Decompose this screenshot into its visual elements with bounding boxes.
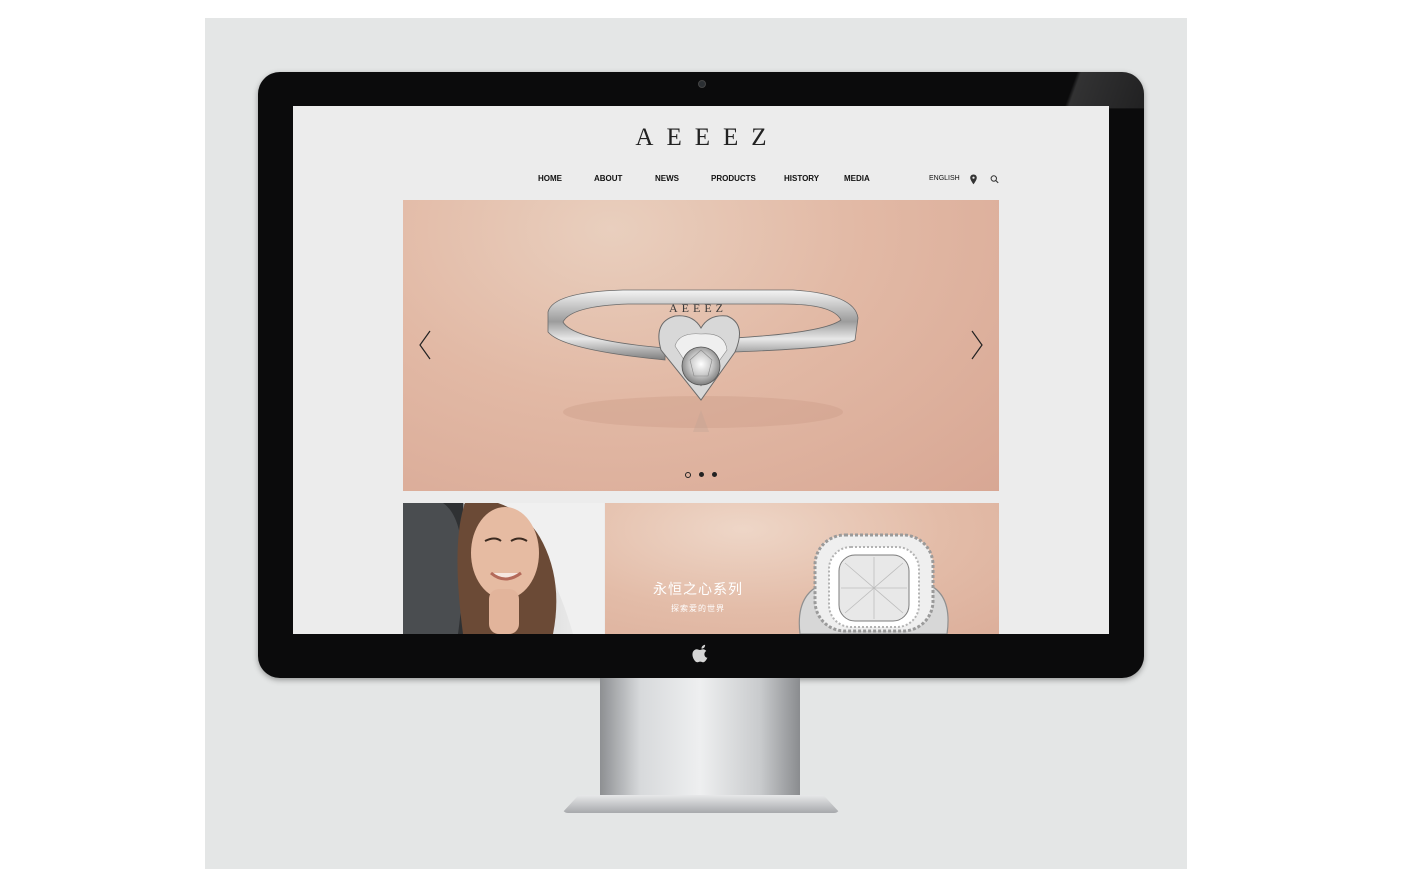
bride-photo: [403, 503, 604, 634]
bride-photo-card[interactable]: [403, 503, 604, 634]
map-pin-icon[interactable]: [969, 174, 978, 185]
main-nav: HOME ABOUT NEWS PRODUCTS HISTORY MEDIA E…: [293, 174, 1109, 188]
carousel-indicators: [683, 472, 723, 480]
nav-item-media[interactable]: MEDIA: [844, 174, 870, 183]
carousel-dot-1[interactable]: [685, 472, 691, 478]
ring-engraving: AEEEZ: [669, 301, 727, 315]
cushion-ring-image: [798, 533, 949, 634]
chevron-left-icon[interactable]: [418, 330, 432, 360]
camera-icon: [698, 80, 706, 88]
nav-item-products[interactable]: PRODUCTS: [711, 174, 756, 183]
language-selector[interactable]: ENGLISH: [929, 175, 960, 182]
nav-item-about[interactable]: ABOUT: [594, 174, 622, 183]
ring-product-image: AEEEZ: [547, 289, 859, 432]
nav-item-home[interactable]: HOME: [538, 174, 562, 183]
carousel-dot-3[interactable]: [712, 472, 717, 477]
apple-logo-icon: [692, 644, 708, 663]
monitor-stand-base: [562, 795, 840, 813]
nav-item-news[interactable]: NEWS: [655, 174, 679, 183]
chevron-right-icon[interactable]: [970, 330, 984, 360]
search-icon[interactable]: [990, 174, 999, 185]
monitor-stand: [600, 678, 800, 810]
brand-logo[interactable]: AEEEZ: [293, 124, 1109, 152]
website-screen: AEEEZ HOME ABOUT NEWS PRODUCTS HISTORY M…: [293, 106, 1109, 634]
nav-item-history[interactable]: HISTORY: [784, 174, 819, 183]
carousel-dot-2[interactable]: [699, 472, 704, 477]
hero-carousel[interactable]: AEEEZ: [403, 200, 999, 491]
promo-banner[interactable]: 永恒之心系列 探索爱的世界: [605, 503, 999, 634]
